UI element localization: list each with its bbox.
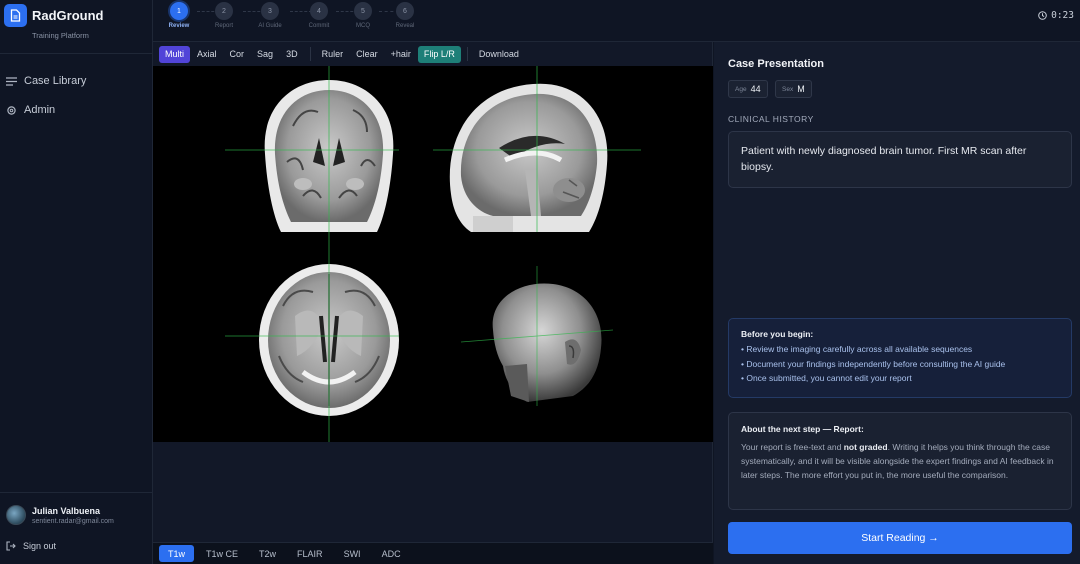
sex-value: M [797,84,805,94]
sidebar-item-label: Admin [24,104,56,116]
case-panel: Case Presentation Age 44 Sex M CLINICAL … [714,42,1080,564]
brand-subtitle: Training Platform [32,31,89,40]
age-value: 44 [750,84,761,94]
sidebar-divider [0,53,153,54]
before-item: • Document your findings independently b… [741,358,1006,369]
toolbar-divider [309,47,311,61]
document-logo-icon [4,4,27,27]
step-number: 5 [354,2,372,20]
age-key: Age [735,85,747,93]
clinical-history-label: CLINICAL HISTORY [728,114,814,124]
sequence-tab-t1w-ce[interactable]: T1w CE [197,545,247,562]
step-review[interactable]: 1 Review [159,2,199,29]
step-number: 4 [310,2,328,20]
sidebar: RadGround Training Platform Case Library… [0,0,153,564]
sidebar-item-admin[interactable]: Admin [6,104,55,116]
next-step-text-a: Your report is free-text and [741,442,844,452]
toolbar-divider [466,47,468,61]
step-label: MCQ [356,23,370,29]
before-you-begin-box: Before you begin: • Review the imaging c… [728,318,1072,398]
sequence-tab-flair[interactable]: FLAIR [288,545,332,562]
ruler-button[interactable]: Ruler [316,46,350,63]
3d-view-button[interactable]: 3D [280,46,304,63]
clock-icon [1038,11,1047,20]
step-number: 3 [261,2,279,20]
stepper-bar: 1 Review 2 Report 3 AI Guide 4 Commit 5 … [153,0,1080,42]
start-reading-button[interactable]: Start Reading → [728,522,1072,554]
step-reveal[interactable]: 6 Reveal [385,2,425,29]
viewer-toolbar: Multi Axial Cor Sag 3D Ruler Clear +hair… [153,42,713,66]
timer: 0:23 [1038,10,1074,21]
crosshair-button[interactable]: +hair [385,46,417,63]
next-step-text: Your report is free-text and not graded.… [741,440,1059,483]
sequence-tab-t2w[interactable]: T2w [250,545,285,562]
sidebar-item-case-library[interactable]: Case Library [6,75,86,87]
step-commit[interactable]: 4 Commit [299,2,339,29]
panel-title: Case Presentation [728,58,824,70]
user-profile[interactable]: Julian Valbuena sentient.radar@gmail.com [6,505,114,525]
image-viewer: Multi Axial Cor Sag 3D Ruler Clear +hair… [153,42,713,564]
sequence-tab-t1w[interactable]: T1w [159,545,195,562]
avatar [6,505,26,525]
before-item: • Review the imaging carefully across al… [741,344,973,354]
sagittal-slice[interactable] [449,83,608,232]
app-root: RadGround Training Platform Case Library… [0,0,1080,564]
multi-view-button[interactable]: Multi [159,45,191,63]
axial-view-button[interactable]: Axial [191,46,223,63]
sidebar-divider [0,492,153,493]
sign-out-button[interactable]: Sign out [6,541,56,551]
age-badge: Age 44 [728,80,768,98]
3d-render[interactable] [492,283,602,402]
sequence-tabs: T1w T1w CE T2w FLAIR SWI ADC [153,542,713,564]
sequence-tab-adc[interactable]: ADC [373,545,410,562]
user-name: Julian Valbuena [32,505,101,516]
next-step-text-bold: not graded [843,442,888,452]
step-label: AI Guide [258,23,282,29]
coronal-view-button[interactable]: Cor [224,46,251,63]
step-number: 1 [170,2,188,20]
step-mcq[interactable]: 5 MCQ [343,2,383,29]
brand[interactable]: RadGround [4,4,104,27]
sidebar-item-label: Case Library [24,75,87,87]
flip-lr-button[interactable]: Flip L/R [417,45,461,63]
next-step-title: About the next step — Report: [741,424,864,434]
step-label: Reveal [395,23,415,29]
before-title: Before you begin: [741,329,814,339]
clinical-history-text: Patient with newly diagnosed brain tumor… [728,131,1072,188]
step-number: 2 [215,2,233,20]
sequence-tab-swi[interactable]: SWI [335,545,370,562]
step-label: Report [214,23,233,29]
gear-icon [7,105,16,115]
step-ai-guide[interactable]: 3 AI Guide [250,2,290,29]
user-email: sentient.radar@gmail.com [32,517,114,525]
timer-value: 0:23 [1051,10,1074,21]
before-item: • Once submitted, you cannot edit your r… [741,373,912,383]
clear-button[interactable]: Clear [350,46,384,63]
sign-out-label: Sign out [23,541,57,551]
next-step-box: About the next step — Report: Your repor… [728,412,1072,510]
download-button[interactable]: Download [473,46,525,63]
sign-out-icon [6,541,16,551]
step-number: 6 [396,2,414,20]
brand-name: RadGround [32,8,104,23]
sex-badge: Sex M [775,80,812,98]
step-label: Review [168,23,190,29]
step-label: Commit [308,23,330,29]
multiplanar-image-grid[interactable] [153,66,713,442]
step-report[interactable]: 2 Report [204,2,244,29]
menu-lines-icon [6,76,17,86]
sex-key: Sex [782,85,794,93]
sagittal-view-button[interactable]: Sag [251,46,279,63]
